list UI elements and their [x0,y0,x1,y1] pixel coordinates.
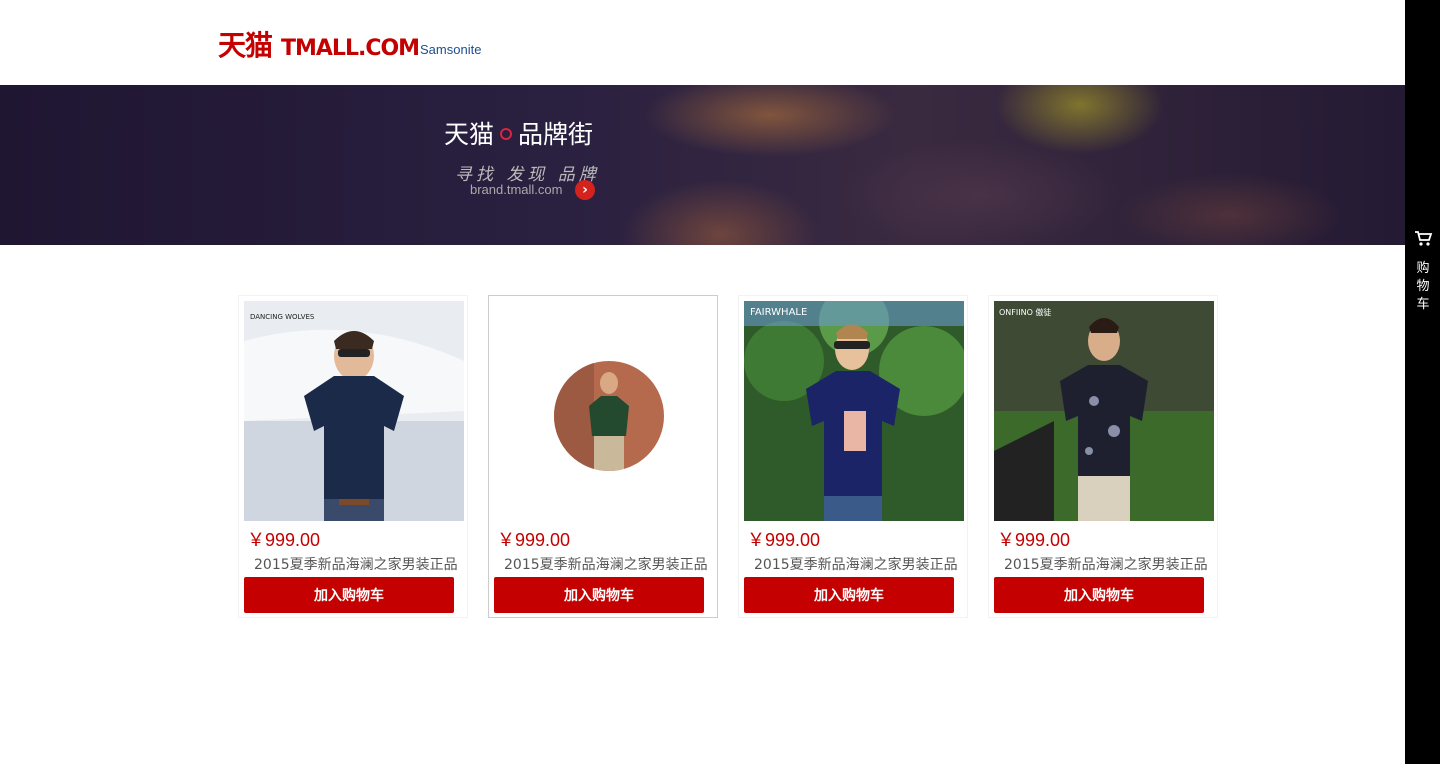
banner-title: 天猫 品牌街 [444,115,593,151]
right-toolbar: 购物车 [1405,0,1440,764]
product-price: ￥999.00 [747,530,821,550]
cart-label[interactable]: 购物车 [1415,260,1431,314]
banner-dot-icon [500,128,513,140]
product-title[interactable]: 2015夏季新品海澜之家男装正品 [754,554,958,574]
product-image[interactable]: DANCING WOLVES [244,301,464,521]
product-photo-polo: DANCING WOLVES [244,301,464,521]
product-card[interactable]: ￥999.00 2015夏季新品海澜之家男装正品 加入购物车 [488,295,718,618]
add-to-cart-button[interactable]: 加入购物车 [244,577,454,613]
product-card[interactable]: ONFIINO 傲徒 ￥999.00 2015夏季新品海澜之家男装正品 加入购物… [988,295,1218,618]
product-price: ￥999.00 [247,530,321,550]
product-photo-round [554,361,664,471]
brand-mark: ONFIINO 傲徒 [999,307,1051,317]
product-photo-vneck: ONFIINO 傲徒 [994,301,1214,521]
product-card[interactable]: DANCING WOLVES ￥999.00 2015夏季新品海澜之家男装正品 … [238,295,468,618]
tmall-logo-cn[interactable]: 天猫 [218,30,273,62]
add-to-cart-button[interactable]: 加入购物车 [744,577,954,613]
brand-street-banner[interactable]: 天猫 品牌街 寻找 发现 品牌 brand.tmall.com › [0,85,1405,245]
product-title[interactable]: 2015夏季新品海澜之家男装正品 [1004,554,1208,574]
product-photo-tshirt: FAIRWHALE [744,301,964,521]
product-title[interactable]: 2015夏季新品海澜之家男装正品 [254,554,458,574]
product-title[interactable]: 2015夏季新品海澜之家男装正品 [504,554,708,574]
product-image[interactable]: ONFIINO 傲徒 [994,301,1214,521]
product-price: ￥999.00 [997,530,1071,550]
brand-mark: FAIRWHALE [750,307,807,318]
product-price: ￥999.00 [497,530,571,550]
product-image[interactable]: FAIRWHALE [744,301,964,521]
product-card[interactable]: FAIRWHALE ￥999.00 2015夏季新品海澜之家男装正品 加入购物车 [738,295,968,618]
banner-url[interactable]: brand.tmall.com [470,182,562,197]
product-image[interactable] [494,301,714,521]
tmall-logo-en[interactable]: TMALL.COM [281,36,420,62]
cart-icon[interactable] [1413,228,1433,248]
banner-title-brand-street: 品牌街 [518,120,594,149]
chevron-right-icon[interactable]: › [575,180,595,200]
brand-mark: DANCING WOLVES [250,313,315,321]
banner-title-tmall: 天猫 [444,120,495,149]
add-to-cart-button[interactable]: 加入购物车 [994,577,1204,613]
add-to-cart-button[interactable]: 加入购物车 [494,577,704,613]
header: 天猫 TMALL.COM Samsonite [0,0,1405,85]
samsonite-logo[interactable]: Samsonite [420,42,481,57]
